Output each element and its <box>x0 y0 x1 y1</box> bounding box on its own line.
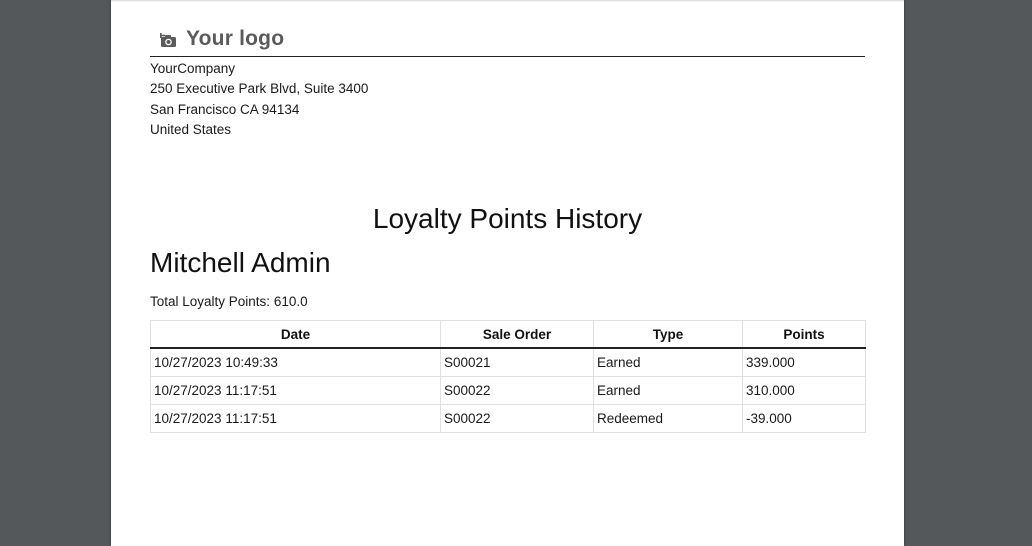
company-street: 250 Executive Park Blvd, Suite 3400 <box>150 81 369 97</box>
cell-points: -39.000 <box>742 404 866 433</box>
header-divider <box>150 56 865 57</box>
report-header: Your logo YourCompany 250 Executive Park… <box>150 24 865 140</box>
company-address: YourCompany 250 Executive Park Blvd, Sui… <box>150 59 865 140</box>
cell-date: 10/27/2023 10:49:33 <box>150 347 441 377</box>
loyalty-history-table: Date Sale Order Type Points 10/27/2023 1… <box>150 320 866 433</box>
header-date: Date <box>150 320 441 349</box>
company-name: YourCompany <box>150 61 236 76</box>
cell-date: 10/27/2023 11:17:51 <box>150 376 441 405</box>
table-row: 10/27/2023 10:49:33 S00021 Earned 339.00… <box>150 347 866 377</box>
company-country: United States <box>150 121 232 137</box>
cell-points: 310.000 <box>742 376 866 405</box>
partner-name: Mitchell Admin <box>150 247 331 278</box>
report-page: Your logo YourCompany 250 Executive Park… <box>111 0 904 546</box>
header-points: Points <box>742 320 866 349</box>
total-loyalty-points: Total Loyalty Points: 610.0 <box>150 294 308 309</box>
company-logo: Your logo <box>150 24 865 54</box>
cell-sale-order: S00021 <box>440 347 594 377</box>
cell-type: Earned <box>593 347 743 377</box>
cell-points: 339.000 <box>742 347 866 377</box>
camera-icon <box>160 31 177 48</box>
table-row: 10/27/2023 11:17:51 S00022 Redeemed -39.… <box>150 404 866 433</box>
table-header-row: Date Sale Order Type Points <box>150 320 866 349</box>
cell-sale-order: S00022 <box>440 404 594 433</box>
header-sale-order: Sale Order <box>440 320 594 349</box>
cell-date: 10/27/2023 11:17:51 <box>150 404 441 433</box>
logo-text: Your logo <box>186 27 285 50</box>
cell-type: Redeemed <box>593 404 743 433</box>
cell-type: Earned <box>593 376 743 405</box>
cell-sale-order: S00022 <box>440 376 594 405</box>
report-title: Loyalty Points History <box>372 203 643 234</box>
table-row: 10/27/2023 11:17:51 S00022 Earned 310.00… <box>150 376 866 405</box>
header-type: Type <box>593 320 743 349</box>
page-edge <box>111 0 904 2</box>
company-city: San Francisco CA 94134 <box>150 101 300 117</box>
pdf-viewer: Your logo YourCompany 250 Executive Park… <box>0 0 1032 546</box>
